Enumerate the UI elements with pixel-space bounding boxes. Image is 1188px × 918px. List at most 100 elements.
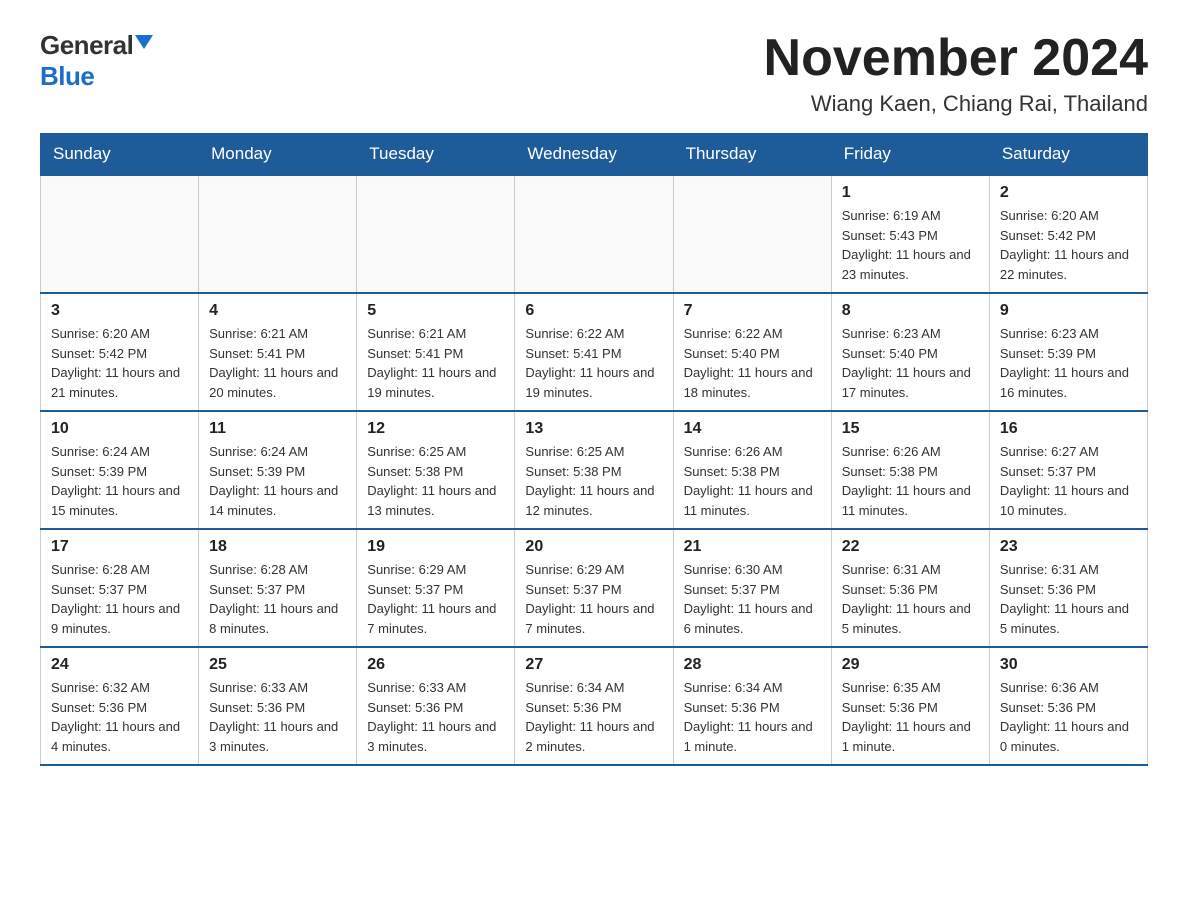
calendar-cell: 2Sunrise: 6:20 AMSunset: 5:42 PMDaylight… [989, 175, 1147, 293]
page-title: November 2024 [764, 30, 1148, 87]
calendar-cell: 18 Sunrise: 6:28 AMSunset: 5:37 PMDayligh… [199, 529, 357, 647]
day-number: 4 [209, 302, 346, 320]
day-number: 7 [684, 302, 821, 320]
day-info: Sunrise: 6:28 AMSunset: 5:37 PMDaylight:… [51, 560, 188, 638]
day-info: Sunrise: 6:19 AMSunset: 5:43 PMDaylight:… [842, 206, 979, 284]
day-number: 1 [842, 184, 979, 202]
header-thursday: Thursday [673, 134, 831, 176]
day-info: Sunrise: 6:25 AMSunset: 5:38 PMDaylight:… [525, 442, 662, 520]
calendar-cell: 1 Sunrise: 6:19 AMSunset: 5:43 PMDaylight… [831, 175, 989, 293]
calendar-cell: 14Sunrise: 6:26 AMSunset: 5:38 PMDayligh… [673, 411, 831, 529]
logo-triangle-icon [135, 35, 153, 49]
day-number: 16 [1000, 420, 1137, 438]
day-number: 25 [209, 656, 346, 674]
day-info: Sunrise: 6:22 AMSunset: 5:40 PMDaylight:… [684, 324, 821, 402]
logo-general: General [40, 30, 133, 61]
day-info: Sunrise: 6:34 AMSunset: 5:36 PMDaylight:… [684, 678, 821, 756]
header-tuesday: Tuesday [357, 134, 515, 176]
day-info: Sunrise: 6:20 AMSunset: 5:42 PMDaylight:… [1000, 206, 1137, 284]
day-info: Sunrise: 6:25 AMSunset: 5:38 PMDaylight:… [367, 442, 504, 520]
day-info: Sunrise: 6:32 AMSunset: 5:36 PMDaylight:… [51, 678, 188, 756]
calendar-table: SundayMondayTuesdayWednesdayThursdayFrid… [40, 133, 1148, 766]
day-number: 22 [842, 538, 979, 556]
day-info: Sunrise: 6:35 AMSunset: 5:36 PMDaylight:… [842, 678, 979, 756]
calendar-cell: 23 Sunrise: 6:31 AMSunset: 5:36 PMDayligh… [989, 529, 1147, 647]
calendar-cell: 9Sunrise: 6:23 AMSunset: 5:39 PMDaylight… [989, 293, 1147, 411]
calendar-cell: 27Sunrise: 6:34 AMSunset: 5:36 PMDayligh… [515, 647, 673, 765]
logo-blue: Blue [40, 61, 94, 91]
calendar-cell: 5 Sunrise: 6:21 AMSunset: 5:41 PMDaylight… [357, 293, 515, 411]
day-number: 24 [51, 656, 188, 674]
day-info: Sunrise: 6:22 AMSunset: 5:41 PMDaylight:… [525, 324, 662, 402]
day-number: 29 [842, 656, 979, 674]
day-number: 15 [842, 420, 979, 438]
day-number: 6 [525, 302, 662, 320]
calendar-cell: 17 Sunrise: 6:28 AMSunset: 5:37 PMDayligh… [41, 529, 199, 647]
day-number: 23 [1000, 538, 1137, 556]
day-number: 20 [525, 538, 662, 556]
header-saturday: Saturday [989, 134, 1147, 176]
calendar-cell [515, 175, 673, 293]
calendar-cell: 10 Sunrise: 6:24 AMSunset: 5:39 PMDayligh… [41, 411, 199, 529]
day-info: Sunrise: 6:27 AMSunset: 5:37 PMDaylight:… [1000, 442, 1137, 520]
day-info: Sunrise: 6:31 AMSunset: 5:36 PMDaylight:… [1000, 560, 1137, 638]
day-number: 26 [367, 656, 504, 674]
calendar-cell: 7 Sunrise: 6:22 AMSunset: 5:40 PMDaylight… [673, 293, 831, 411]
week-row-5: 24 Sunrise: 6:32 AMSunset: 5:36 PMDayligh… [41, 647, 1148, 765]
day-info: Sunrise: 6:23 AMSunset: 5:40 PMDaylight:… [842, 324, 979, 402]
day-number: 13 [525, 420, 662, 438]
calendar-cell: 6 Sunrise: 6:22 AMSunset: 5:41 PMDaylight… [515, 293, 673, 411]
day-info: Sunrise: 6:28 AMSunset: 5:37 PMDaylight:… [209, 560, 346, 638]
header-sunday: Sunday [41, 134, 199, 176]
header-friday: Friday [831, 134, 989, 176]
day-number: 27 [525, 656, 662, 674]
calendar-cell: 15 Sunrise: 6:26 AMSunset: 5:38 PMDayligh… [831, 411, 989, 529]
day-number: 10 [51, 420, 188, 438]
calendar-cell [199, 175, 357, 293]
calendar-cell: 19Sunrise: 6:29 AMSunset: 5:37 PMDayligh… [357, 529, 515, 647]
calendar-cell: 30 Sunrise: 6:36 AMSunset: 5:36 PMDayligh… [989, 647, 1147, 765]
day-info: Sunrise: 6:36 AMSunset: 5:36 PMDaylight:… [1000, 678, 1137, 756]
week-row-4: 17 Sunrise: 6:28 AMSunset: 5:37 PMDayligh… [41, 529, 1148, 647]
calendar-cell [41, 175, 199, 293]
day-info: Sunrise: 6:24 AMSunset: 5:39 PMDaylight:… [51, 442, 188, 520]
calendar-cell: 28 Sunrise: 6:34 AMSunset: 5:36 PMDayligh… [673, 647, 831, 765]
calendar-cell: 3Sunrise: 6:20 AMSunset: 5:42 PMDaylight… [41, 293, 199, 411]
page-subtitle: Wiang Kaen, Chiang Rai, Thailand [764, 91, 1148, 117]
day-number: 30 [1000, 656, 1137, 674]
calendar-cell: 13 Sunrise: 6:25 AMSunset: 5:38 PMDayligh… [515, 411, 673, 529]
day-number: 28 [684, 656, 821, 674]
calendar-cell: 21Sunrise: 6:30 AMSunset: 5:37 PMDayligh… [673, 529, 831, 647]
day-number: 5 [367, 302, 504, 320]
calendar-cell: 4 Sunrise: 6:21 AMSunset: 5:41 PMDaylight… [199, 293, 357, 411]
calendar-cell: 11 Sunrise: 6:24 AMSunset: 5:39 PMDayligh… [199, 411, 357, 529]
calendar-cell: 8 Sunrise: 6:23 AMSunset: 5:40 PMDaylight… [831, 293, 989, 411]
day-info: Sunrise: 6:33 AMSunset: 5:36 PMDaylight:… [367, 678, 504, 756]
calendar-cell: 25 Sunrise: 6:33 AMSunset: 5:36 PMDayligh… [199, 647, 357, 765]
calendar-cell: 16 Sunrise: 6:27 AMSunset: 5:37 PMDayligh… [989, 411, 1147, 529]
day-info: Sunrise: 6:24 AMSunset: 5:39 PMDaylight:… [209, 442, 346, 520]
day-info: Sunrise: 6:29 AMSunset: 5:37 PMDaylight:… [367, 560, 504, 638]
day-info: Sunrise: 6:26 AMSunset: 5:38 PMDaylight:… [842, 442, 979, 520]
day-number: 18 [209, 538, 346, 556]
calendar-header-row: SundayMondayTuesdayWednesdayThursdayFrid… [41, 134, 1148, 176]
day-info: Sunrise: 6:30 AMSunset: 5:37 PMDaylight:… [684, 560, 821, 638]
day-info: Sunrise: 6:23 AMSunset: 5:39 PMDaylight:… [1000, 324, 1137, 402]
day-number: 3 [51, 302, 188, 320]
day-info: Sunrise: 6:21 AMSunset: 5:41 PMDaylight:… [209, 324, 346, 402]
day-info: Sunrise: 6:29 AMSunset: 5:37 PMDaylight:… [525, 560, 662, 638]
week-row-1: 1 Sunrise: 6:19 AMSunset: 5:43 PMDaylight… [41, 175, 1148, 293]
day-number: 8 [842, 302, 979, 320]
header: General Blue November 2024 Wiang Kaen, C… [40, 30, 1148, 117]
day-number: 12 [367, 420, 504, 438]
day-info: Sunrise: 6:33 AMSunset: 5:36 PMDaylight:… [209, 678, 346, 756]
calendar-cell: 24 Sunrise: 6:32 AMSunset: 5:36 PMDayligh… [41, 647, 199, 765]
day-info: Sunrise: 6:21 AMSunset: 5:41 PMDaylight:… [367, 324, 504, 402]
day-number: 11 [209, 420, 346, 438]
logo: General Blue [40, 30, 153, 92]
calendar-cell [357, 175, 515, 293]
day-number: 14 [684, 420, 821, 438]
week-row-2: 3Sunrise: 6:20 AMSunset: 5:42 PMDaylight… [41, 293, 1148, 411]
day-number: 17 [51, 538, 188, 556]
calendar-cell: 26 Sunrise: 6:33 AMSunset: 5:36 PMDayligh… [357, 647, 515, 765]
